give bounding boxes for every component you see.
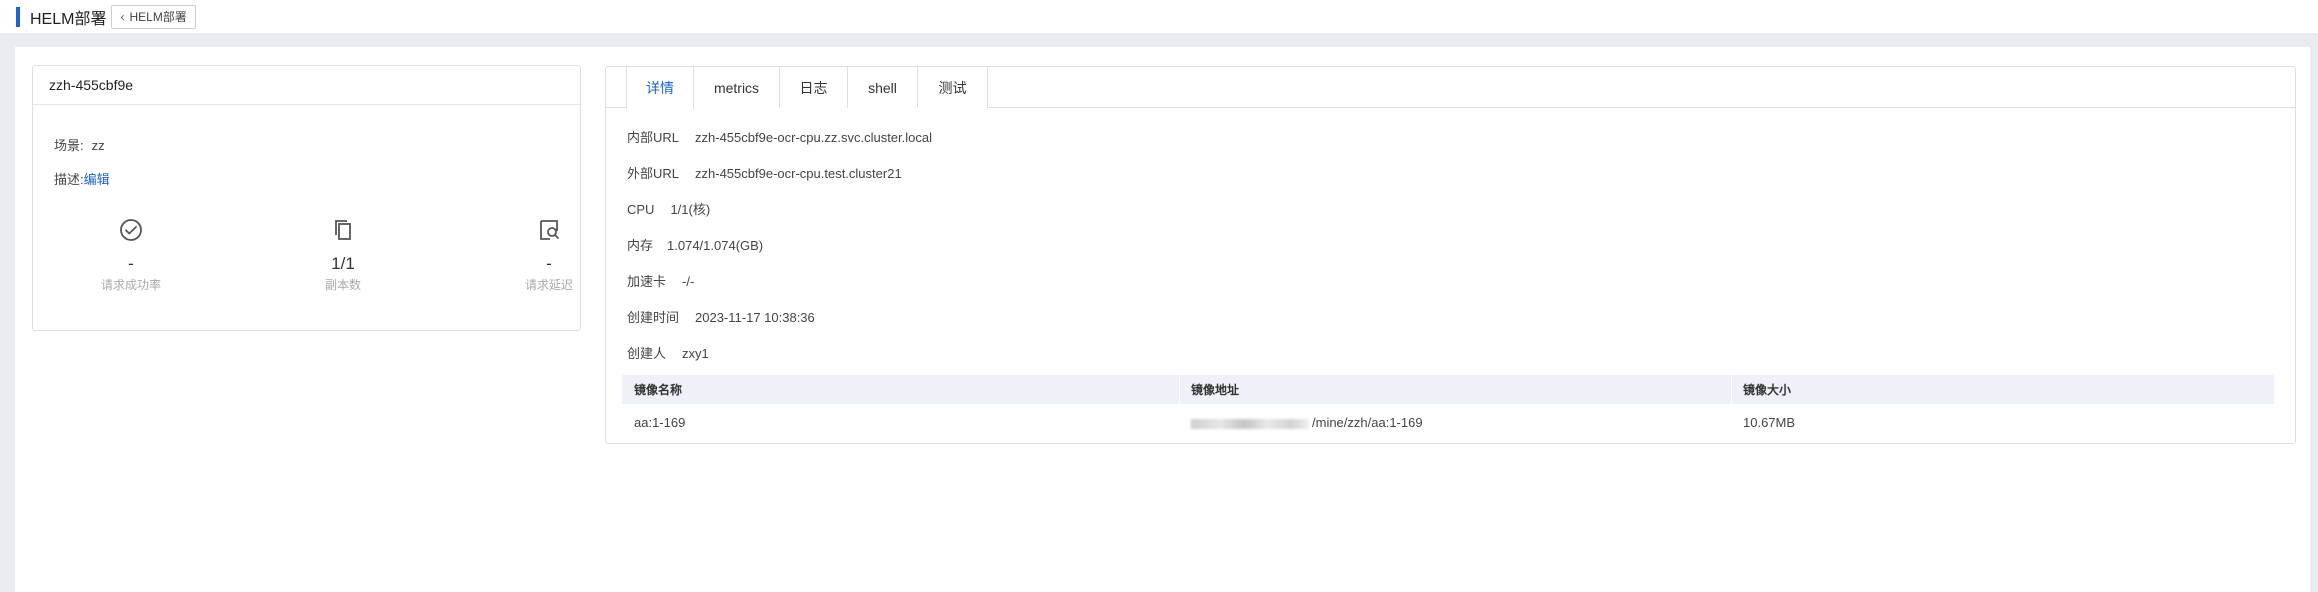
- latency-label: 请求延迟: [524, 278, 573, 292]
- stat-success-rate: - 请求成功率: [71, 213, 191, 293]
- cpu-row: CPU 1/1(核): [627, 199, 710, 218]
- success-rate-label: 请求成功率: [100, 278, 161, 292]
- latency-value: -: [546, 254, 552, 273]
- header-image-name: 镜像名称: [634, 383, 683, 397]
- tab-details[interactable]: 详情: [626, 67, 694, 109]
- column-divider: [1731, 375, 1732, 404]
- tab-bar: 详情 metrics 日志 shell 测试: [606, 67, 2295, 109]
- internal-url-row: 内部URL zzh-455cbf9e-ocr-cpu.zz.svc.cluster…: [627, 127, 932, 146]
- internal-url-value: zzh-455cbf9e-ocr-cpu.zz.svc.cluster.loca…: [695, 130, 932, 145]
- header-image-address: 镜像地址: [1191, 383, 1240, 397]
- external-url-label: 外部URL: [627, 166, 680, 181]
- top-bar: HELM部署 ‹ HELM部署: [0, 0, 2318, 33]
- stat-latency: - 请求延迟: [489, 213, 609, 293]
- redacted-host: [1191, 418, 1309, 429]
- description-field: 描述:编辑: [54, 169, 110, 188]
- chevron-left-icon: ‹: [120, 9, 125, 24]
- column-divider: [1179, 375, 1180, 404]
- right-gutter: [2310, 47, 2318, 592]
- image-address-text: /mine/zzh/aa:1-169: [1312, 415, 1423, 430]
- title-accent: [16, 6, 20, 27]
- cpu-label: CPU: [627, 202, 655, 217]
- left-gutter: [0, 47, 15, 592]
- check-circle-icon: [71, 213, 191, 247]
- stat-replicas: 1/1 副本数: [283, 213, 403, 293]
- external-url-value: zzh-455cbf9e-ocr-cpu.test.cluster21: [695, 166, 902, 181]
- page-title: HELM部署: [30, 10, 107, 28]
- tab-metrics[interactable]: metrics: [694, 67, 780, 108]
- replicas-label: 副本数: [324, 278, 361, 292]
- image-table: 镜像名称 镜像地址 镜像大小 aa:1-169 /mine/zzh/aa:1-1…: [622, 375, 2274, 441]
- scene-field: 场景: zz: [54, 135, 105, 154]
- memory-label: 内存: [627, 238, 654, 253]
- creator-value: zxy1: [682, 346, 709, 361]
- accelerator-label: 加速卡: [627, 274, 667, 289]
- tab-shell[interactable]: shell: [848, 67, 918, 108]
- top-divider-band: [0, 33, 2318, 47]
- scene-label: 场景:: [54, 138, 84, 153]
- accelerator-value: -/-: [682, 274, 695, 289]
- service-detail-card: 详情 metrics 日志 shell 测试 内部URL zzh-455cbf9e…: [605, 66, 2296, 444]
- edit-description-link[interactable]: 编辑: [84, 172, 110, 187]
- service-name: zzh-455cbf9e: [33, 66, 580, 105]
- copy-icon: [283, 213, 403, 247]
- success-rate-value: -: [128, 254, 134, 273]
- table-row: aa:1-169 /mine/zzh/aa:1-169 10.67MB: [622, 404, 2274, 441]
- image-size-cell: 10.67MB: [1743, 415, 1796, 430]
- back-button-label: HELM部署: [129, 10, 187, 24]
- creator-label: 创建人: [627, 346, 667, 361]
- memory-value: 1.074/1.074(GB): [667, 238, 764, 253]
- external-url-row: 外部URL zzh-455cbf9e-ocr-cpu.test.cluster21: [627, 163, 902, 182]
- image-table-header: 镜像名称 镜像地址 镜像大小: [622, 375, 2274, 404]
- replicas-value: 1/1: [331, 254, 355, 273]
- created-time-row: 创建时间 2023-11-17 10:38:36: [627, 307, 815, 326]
- cpu-value: 1/1(核): [670, 202, 711, 217]
- tab-logs[interactable]: 日志: [780, 67, 848, 108]
- creator-row: 创建人 zxy1: [627, 343, 709, 362]
- image-name-cell: aa:1-169: [634, 415, 686, 430]
- back-button[interactable]: ‹ HELM部署: [111, 4, 196, 29]
- service-summary-card: zzh-455cbf9e 场景: zz 描述:编辑 - 请求成功率 1/1 副本数…: [32, 65, 581, 331]
- created-time-value: 2023-11-17 10:38:36: [695, 310, 815, 325]
- image-address-cell: /mine/zzh/aa:1-169: [1191, 415, 1423, 430]
- description-label: 描述:: [54, 172, 84, 187]
- scene-value: zz: [91, 138, 105, 153]
- search-doc-icon: [489, 213, 609, 247]
- header-image-size: 镜像大小: [1743, 383, 1792, 397]
- memory-row: 内存 1.074/1.074(GB): [627, 235, 763, 254]
- created-time-label: 创建时间: [627, 310, 680, 325]
- accelerator-row: 加速卡 -/-: [627, 271, 694, 290]
- internal-url-label: 内部URL: [627, 130, 680, 145]
- tab-test[interactable]: 测试: [918, 67, 988, 108]
